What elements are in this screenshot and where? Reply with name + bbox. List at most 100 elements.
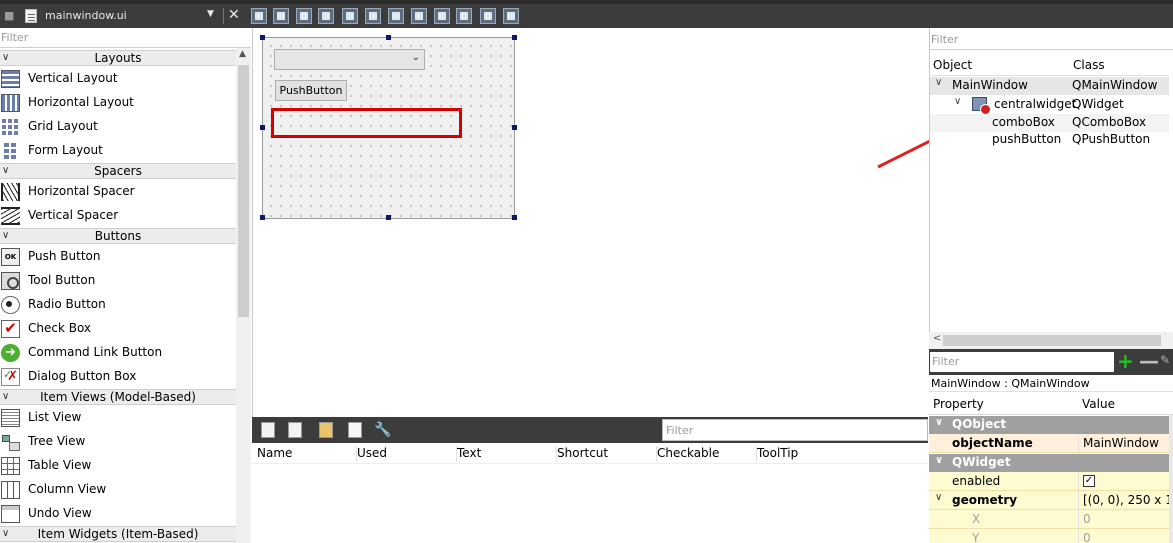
scrollbar-thumb[interactable]	[943, 335, 1161, 346]
lay-out-grid-icon[interactable]	[456, 8, 472, 24]
column-header-tooltip[interactable]: ToolTip	[757, 446, 857, 462]
break-layout-icon[interactable]	[480, 8, 496, 24]
resize-handle[interactable]	[512, 125, 517, 130]
column-header-shortcut[interactable]: Shortcut	[557, 446, 657, 462]
widget-undo-view[interactable]: Undo View	[0, 502, 236, 526]
copy-action-icon[interactable]	[288, 422, 302, 438]
property-group-qwidget[interactable]: ∨ QWidget	[929, 454, 1169, 472]
remove-dynamic-property-icon[interactable]: —	[1139, 350, 1159, 372]
resize-handle[interactable]	[386, 35, 391, 40]
property-value[interactable]: 0	[1078, 510, 1169, 528]
edit-tab-order-icon[interactable]	[318, 8, 334, 24]
widget-tool-button[interactable]: Tool Button	[0, 269, 236, 293]
resize-handle[interactable]	[512, 215, 517, 220]
widget-horizontal-layout[interactable]: Horizontal Layout	[0, 91, 236, 115]
scroll-left-icon[interactable]: <	[933, 333, 941, 344]
property-row-objectname[interactable]: objectName MainWindow	[929, 434, 1169, 453]
header-property[interactable]: Property	[933, 397, 984, 411]
property-value[interactable]: [(0, 0), 250 x 178]	[1078, 491, 1169, 509]
widget-form-layout[interactable]: Form Layout	[0, 139, 236, 163]
header-object[interactable]: Object	[933, 58, 972, 72]
category-buttons[interactable]: ∨ Buttons	[0, 228, 236, 244]
property-row-geometry[interactable]: ∨ geometry [(0, 0), 250 x 178]	[929, 491, 1169, 510]
chevron-down-icon[interactable]: ∨	[935, 455, 943, 466]
header-value[interactable]: Value	[1082, 397, 1115, 411]
property-row-x[interactable]: X 0	[929, 510, 1169, 529]
object-inspector-hscrollbar[interactable]: <	[929, 332, 1173, 349]
widget-column-view[interactable]: Column View	[0, 478, 236, 502]
wrench-icon[interactable]: 🔧	[374, 422, 392, 438]
add-dynamic-property-icon[interactable]: +	[1117, 350, 1134, 372]
property-group-qobject[interactable]: ∨ QObject	[929, 416, 1169, 434]
lay-out-form-icon[interactable]	[434, 8, 450, 24]
widget-list-view[interactable]: List View	[0, 406, 236, 430]
category-item-widgets[interactable]: ∨ Item Widgets (Item-Based)	[0, 526, 236, 542]
property-row-y[interactable]: Y 0	[929, 529, 1169, 543]
tree-row-combobox[interactable]: comboBox QComboBox	[930, 114, 1169, 132]
widget-dialog-button-box[interactable]: ✗ Dialog Button Box	[0, 365, 236, 389]
widget-table-view[interactable]: Table View	[0, 454, 236, 478]
configure-icon[interactable]: ✎	[1160, 353, 1170, 367]
resize-handle[interactable]	[512, 35, 517, 40]
chevron-down-icon: ∨	[2, 52, 10, 63]
column-header-name[interactable]: Name	[257, 446, 357, 462]
category-spacers[interactable]: ∨ Spacers	[0, 163, 236, 179]
new-action-icon[interactable]	[261, 422, 275, 438]
chevron-down-icon[interactable]: ∨	[954, 96, 961, 107]
property-row-enabled[interactable]: enabled ✓	[929, 472, 1169, 491]
property-filter-input[interactable]: Filter	[930, 352, 1114, 372]
tree-row-mainwindow[interactable]: ∨ MainWindow QMainWindow	[930, 77, 1169, 95]
action-list[interactable]	[252, 464, 928, 543]
chevron-down-icon[interactable]: ∨	[935, 492, 942, 503]
action-filter-input[interactable]: Filter	[662, 419, 928, 441]
scrollbar-thumb[interactable]	[238, 65, 249, 317]
lay-out-vertically-icon[interactable]	[365, 8, 381, 24]
chevron-down-icon[interactable]: ▼	[207, 9, 214, 19]
adjust-size-icon[interactable]	[503, 8, 519, 24]
widget-box-filter-input[interactable]: Filter	[0, 28, 251, 48]
edit-widgets-icon[interactable]	[251, 8, 267, 24]
widget-horizontal-spacer[interactable]: Horizontal Spacer	[0, 180, 236, 204]
widget-box-scrollbar[interactable]: ▲	[236, 48, 251, 543]
widget-command-link-button[interactable]: ➜ Command Link Button	[0, 341, 236, 365]
resize-handle[interactable]	[260, 215, 265, 220]
scroll-up-icon[interactable]: ▲	[239, 49, 246, 59]
category-layouts[interactable]: ∨ Layouts	[0, 50, 236, 66]
widget-check-box[interactable]: ✔ Check Box	[0, 317, 236, 341]
chevron-down-icon[interactable]: ∨	[935, 77, 942, 88]
widget-radio-button[interactable]: Radio Button	[0, 293, 236, 317]
paste-action-icon[interactable]	[319, 422, 333, 438]
widget-grid-layout[interactable]: Grid Layout	[0, 115, 236, 139]
open-file-selector[interactable]: mainwindow.ui	[45, 9, 127, 22]
widget-push-button[interactable]: OK Push Button	[0, 245, 236, 269]
push-button[interactable]: PushButton	[275, 80, 347, 101]
delete-action-icon[interactable]	[348, 422, 362, 438]
property-value[interactable]: 0	[1078, 529, 1169, 543]
widget-vertical-layout[interactable]: Vertical Layout	[0, 67, 236, 91]
lay-out-horizontally-icon[interactable]	[342, 8, 358, 24]
column-header-checkable[interactable]: Checkable	[657, 446, 757, 462]
enabled-checkbox[interactable]: ✓	[1083, 475, 1095, 487]
resize-handle[interactable]	[260, 35, 265, 40]
combo-box[interactable]: ⌄	[274, 49, 425, 70]
action-table-header: Name Used Text Shortcut Checkable ToolTi…	[252, 443, 928, 464]
resize-handle[interactable]	[260, 125, 265, 130]
edit-buddies-icon[interactable]	[296, 8, 312, 24]
close-document-icon[interactable]: ✕	[228, 7, 240, 23]
widget-tree-view[interactable]: Tree View	[0, 430, 236, 454]
tree-row-pushbutton[interactable]: pushButton QPushButton	[930, 131, 1169, 149]
tree-row-centralwidget[interactable]: ∨ centralwidget QWidget	[930, 96, 1169, 115]
property-editor-scrollbar[interactable]	[1169, 415, 1173, 543]
column-header-text[interactable]: Text	[457, 446, 557, 462]
lay-out-vertical-splitter-icon[interactable]	[411, 8, 427, 24]
resize-handle[interactable]	[386, 215, 391, 220]
chevron-down-icon[interactable]: ∨	[935, 417, 943, 428]
header-class[interactable]: Class	[1073, 58, 1105, 72]
object-inspector-filter-input[interactable]: Filter	[930, 30, 1173, 50]
widget-vertical-spacer[interactable]: Vertical Spacer	[0, 204, 236, 228]
column-header-used[interactable]: Used	[357, 446, 457, 462]
category-item-views[interactable]: ∨ Item Views (Model-Based)	[0, 389, 236, 405]
property-value[interactable]: MainWindow	[1078, 434, 1169, 452]
lay-out-horizontal-splitter-icon[interactable]	[388, 8, 404, 24]
edit-signals-slots-icon[interactable]	[273, 8, 289, 24]
